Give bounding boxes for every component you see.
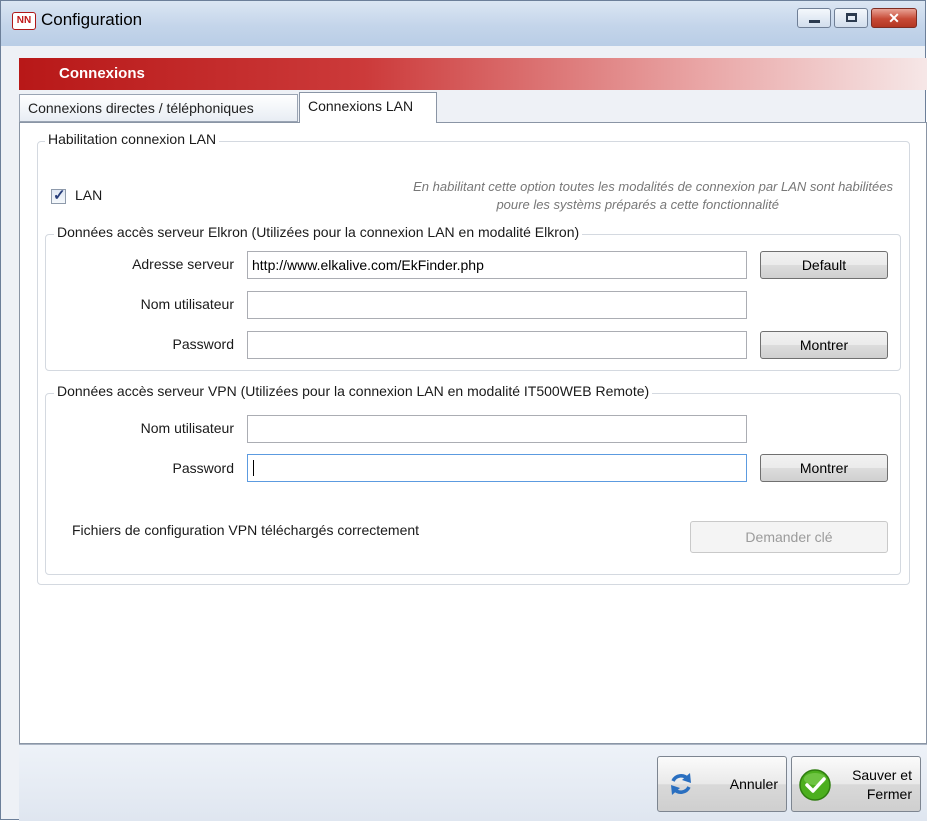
check-icon: ✓: [53, 187, 66, 204]
elkron-show-password-button[interactable]: Montrer: [760, 331, 888, 359]
server-address-input[interactable]: [247, 251, 747, 279]
minimize-icon: [809, 20, 820, 23]
elkron-server-legend: Données accès serveur Elkron (Utilizées …: [54, 224, 583, 240]
vpn-server-group: Données accès serveur VPN (Utilizées pou…: [45, 383, 901, 575]
save-close-button[interactable]: Sauver et Fermer: [791, 756, 921, 812]
vpn-user-input[interactable]: [247, 415, 747, 443]
cancel-label: Annuler: [729, 776, 778, 792]
configuration-window: NN Configuration ✕ Connexions Connexions…: [0, 0, 927, 821]
server-address-label: Adresse serveur: [132, 256, 234, 272]
title-bar[interactable]: NN Configuration ✕: [1, 1, 925, 46]
request-key-button[interactable]: Demander clé: [690, 521, 888, 553]
elkron-password-input[interactable]: [247, 331, 747, 359]
default-button[interactable]: Default: [760, 251, 888, 279]
lan-checkbox[interactable]: ✓: [51, 187, 66, 204]
text-cursor: [253, 460, 254, 476]
elkron-user-input[interactable]: [247, 291, 747, 319]
lan-enable-group: Habilitation connexion LAN ✓ LAN En habi…: [37, 131, 910, 585]
vpn-server-legend: Données accès serveur VPN (Utilizées pou…: [54, 383, 653, 399]
minimize-button[interactable]: [797, 8, 831, 28]
elkron-server-group: Données accès serveur Elkron (Utilizées …: [45, 224, 901, 371]
tab-panel-lan: Habilitation connexion LAN ✓ LAN En habi…: [19, 122, 927, 744]
lan-checkbox-label: LAN: [75, 187, 103, 203]
app-icon: NN: [12, 12, 36, 30]
check-circle-icon: [799, 769, 831, 801]
elkron-user-label: Nom utilisateur: [140, 296, 234, 312]
vpn-password-input[interactable]: [247, 454, 747, 482]
cancel-button[interactable]: Annuler: [657, 756, 787, 812]
save-label-line2: Fermer: [866, 786, 912, 802]
elkron-password-label: Password: [172, 336, 234, 352]
banner-title: Connexions: [59, 65, 145, 82]
tab-connexions-lan[interactable]: Connexions LAN: [299, 92, 437, 123]
window-title: Configuration: [41, 10, 143, 29]
section-banner: Connexions: [19, 58, 927, 90]
lan-hint-line1: En habilitant cette option toutes les mo…: [413, 179, 893, 194]
refresh-icon: [671, 773, 691, 795]
maximize-button[interactable]: [834, 8, 868, 28]
vpn-status-text: Fichiers de configuration VPN téléchargé…: [72, 522, 420, 538]
close-icon: ✕: [888, 10, 900, 26]
tab-connexions-directes[interactable]: Connexions directes / téléphoniques: [19, 94, 298, 122]
vpn-password-label: Password: [172, 460, 234, 476]
vpn-user-label: Nom utilisateur: [140, 420, 234, 436]
lan-enable-legend: Habilitation connexion LAN: [45, 131, 220, 147]
maximize-icon: [846, 13, 857, 22]
close-button[interactable]: ✕: [871, 8, 917, 28]
lan-hint-line2: poure les systèms préparés a cette fonct…: [496, 197, 779, 212]
vpn-show-password-button[interactable]: Montrer: [760, 454, 888, 482]
save-label-line1: Sauver et: [852, 767, 912, 783]
